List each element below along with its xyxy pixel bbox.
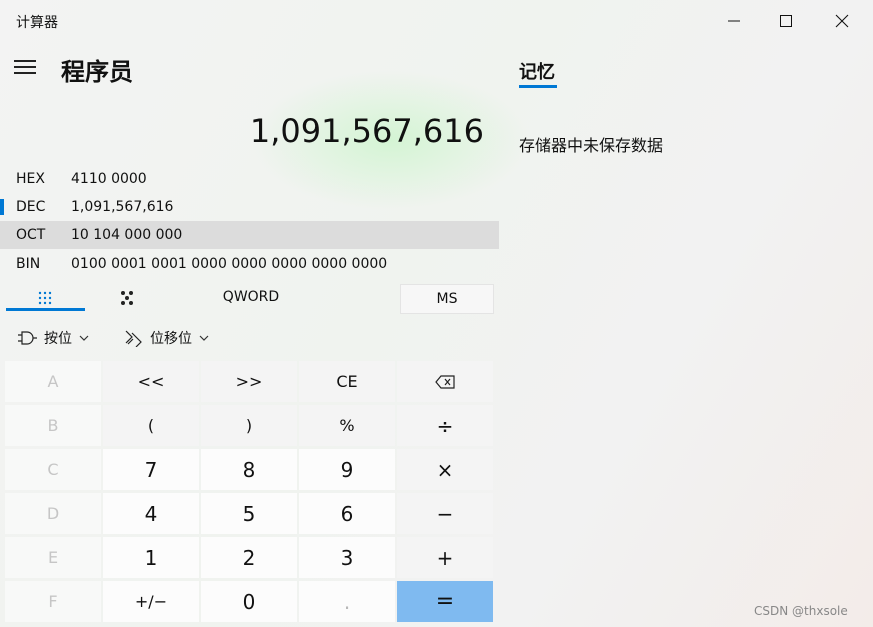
bitwise-dropdown[interactable]: 按位 (16, 326, 90, 350)
key-divide[interactable]: ÷ (397, 405, 493, 446)
key-6[interactable]: 6 (299, 493, 395, 534)
result-display: 1,091,567,616 (249, 112, 484, 150)
radix-value: 0100 0001 0001 0000 0000 0000 0000 0000 (71, 256, 388, 272)
radix-row-hex[interactable]: HEX 4110 0000 (0, 165, 499, 193)
key-multiply[interactable]: × (397, 449, 493, 490)
app-title: 计算器 (16, 15, 58, 31)
radix-row-dec[interactable]: DEC 1,091,567,616 (0, 193, 499, 221)
minimize-icon (728, 20, 740, 22)
keypad-grid-icon (38, 291, 52, 305)
key-2[interactable]: 2 (201, 537, 297, 578)
close-button[interactable] (819, 0, 865, 42)
keypad: A << >> CE B ( ) % ÷ C 7 8 9 × D 4 5 6 −… (5, 361, 495, 623)
memory-tab-underline (519, 85, 557, 88)
close-icon (835, 14, 849, 28)
key-b[interactable]: B (5, 405, 101, 446)
radix-value: 10 104 000 000 (71, 227, 183, 243)
key-d[interactable]: D (5, 493, 101, 534)
key-close-paren[interactable]: ) (201, 405, 297, 446)
key-open-paren[interactable]: ( (103, 405, 199, 446)
chevron-down-icon (199, 335, 209, 341)
key-1[interactable]: 1 (103, 537, 199, 578)
key-7[interactable]: 7 (103, 449, 199, 490)
bitwise-label: 按位 (44, 331, 72, 347)
key-0[interactable]: 0 (201, 581, 297, 622)
menu-hamburger-icon[interactable] (14, 56, 38, 78)
title-bar: 计算器 (0, 0, 873, 42)
key-backspace[interactable] (397, 361, 493, 402)
key-e[interactable]: E (5, 537, 101, 578)
bitshift-label: 位移位 (150, 331, 192, 347)
backspace-icon (435, 374, 455, 389)
minimize-button[interactable] (711, 0, 757, 42)
key-8[interactable]: 8 (201, 449, 297, 490)
key-shift-left[interactable]: << (103, 361, 199, 402)
key-c[interactable]: C (5, 449, 101, 490)
radix-label: DEC (16, 199, 46, 215)
key-3[interactable]: 3 (299, 537, 395, 578)
radix-label: HEX (16, 171, 45, 187)
radix-label: BIN (16, 256, 41, 272)
maximize-icon (780, 15, 792, 27)
key-shift-right[interactable]: >> (201, 361, 297, 402)
radix-value: 4110 0000 (71, 171, 147, 187)
key-negate[interactable]: +/− (103, 581, 199, 622)
key-5[interactable]: 5 (201, 493, 297, 534)
key-4[interactable]: 4 (103, 493, 199, 534)
key-add[interactable]: + (397, 537, 493, 578)
key-subtract[interactable]: − (397, 493, 493, 534)
radix-label: OCT (16, 227, 46, 243)
chevron-down-icon (79, 335, 89, 341)
logic-gate-icon (18, 331, 37, 345)
memory-store-button[interactable]: MS (400, 284, 494, 314)
radix-value: 1,091,567,616 (71, 199, 174, 215)
maximize-button[interactable] (763, 0, 809, 42)
key-f[interactable]: F (5, 581, 101, 622)
tab-bit-toggle[interactable] (88, 284, 166, 312)
memory-empty-message: 存储器中未保存数据 (519, 136, 664, 155)
word-size-button[interactable]: QWORD (201, 289, 301, 305)
tab-active-underline (6, 308, 85, 311)
radix-row-bin[interactable]: BIN 0100 0001 0001 0000 0000 0000 0000 0… (0, 250, 499, 278)
watermark-text: CSDN @thxsole (754, 604, 848, 618)
key-9[interactable]: 9 (299, 449, 395, 490)
radix-row-oct[interactable]: OCT 10 104 000 000 (0, 221, 499, 249)
bitshift-dropdown[interactable]: 位移位 (124, 326, 210, 350)
key-percent[interactable]: % (299, 405, 395, 446)
key-clear-entry[interactable]: CE (299, 361, 395, 402)
key-decimal[interactable]: . (299, 581, 395, 622)
active-radix-marker (0, 199, 4, 215)
key-a[interactable]: A (5, 361, 101, 402)
page-title: 程序员 (61, 58, 133, 86)
bit-toggle-icon (121, 291, 133, 305)
key-equals[interactable]: = (397, 581, 493, 622)
bit-shift-icon (125, 330, 142, 347)
tab-memory[interactable]: 记忆 (519, 58, 555, 84)
